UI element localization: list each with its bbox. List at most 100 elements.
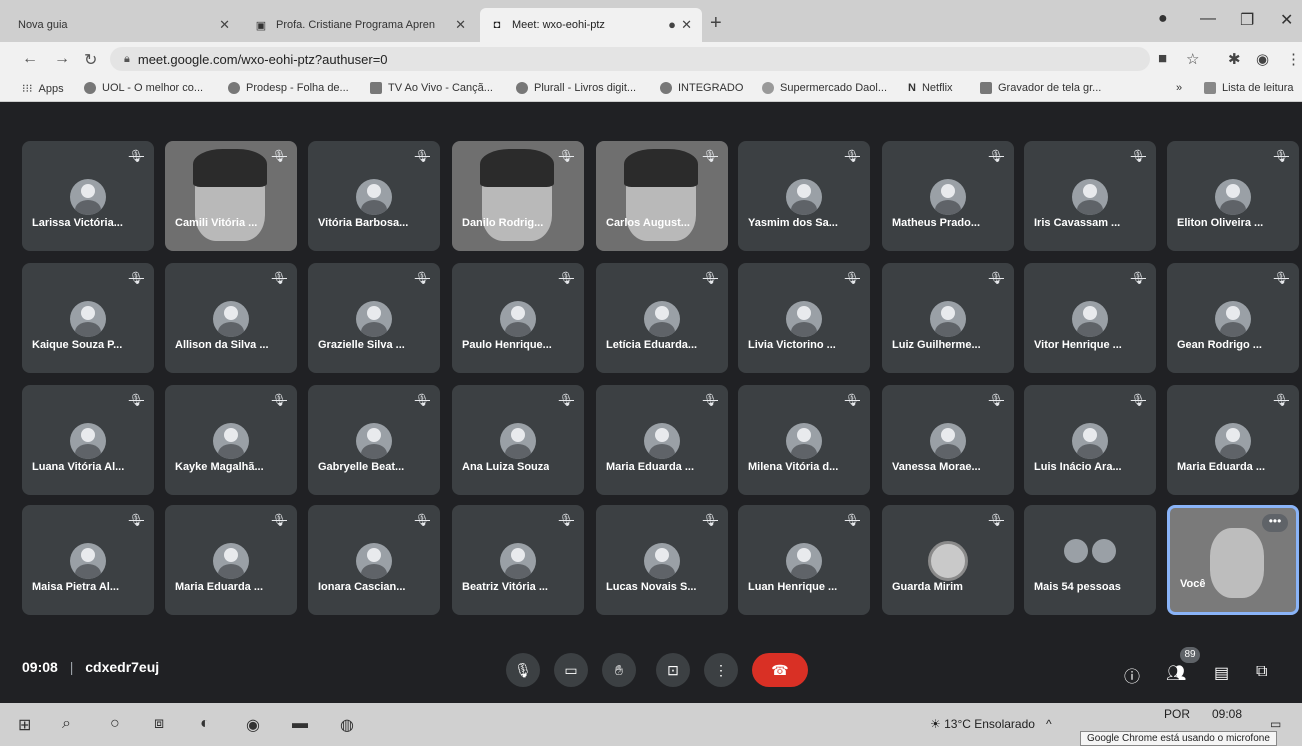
participant-tile[interactable]: 🎙︎ Allison da Silva ... [165,263,297,373]
participant-tile[interactable]: 🎙︎ Livia Victorino ... [738,263,870,373]
app-icon[interactable]: ◍ [340,715,354,735]
tray-overflow-icon[interactable]: ^ [1046,717,1052,731]
participant-tile[interactable]: 🎙︎ Kaique Souza P... [22,263,154,373]
bookmark-prodesp[interactable]: Prodesp - Folha de... [228,82,349,94]
raise-hand-button[interactable]: ✋︎ [602,653,636,687]
participant-tile[interactable]: 🎙︎ Maria Eduarda ... [596,385,728,495]
camera-indicator-icon[interactable]: ■ [1158,50,1167,67]
present-button[interactable]: ⊡ [656,653,690,687]
participant-tile[interactable]: 🎙︎ Guarda Mirim [882,505,1014,615]
participant-tile[interactable]: 🎙︎ Maria Eduarda ... [1167,385,1299,495]
participant-tile[interactable]: 🎙︎ Vitor Henrique ... [1024,263,1156,373]
address-bar[interactable]: 🔒︎ meet.google.com/wxo-eohi-ptz?authuser… [110,47,1150,71]
participant-tile[interactable]: 🎙︎ Gabryelle Beat... [308,385,440,495]
participant-tile[interactable]: 🎙︎ Luiz Guilherme... [882,263,1014,373]
back-button[interactable]: ← [22,50,38,68]
bookmark-tv[interactable]: TV Ao Vivo - Cançã... [370,82,493,94]
windows-start-icon[interactable]: ⊞ [18,715,31,735]
participant-name: Lucas Novais S... [606,581,697,593]
participant-tile[interactable]: 🎙︎ Yasmim dos Sa... [738,141,870,251]
file-explorer-icon[interactable]: ▬ [292,715,308,733]
mic-button[interactable]: 🎙︎ [506,653,540,687]
close-icon[interactable]: ✕ [455,17,466,33]
bookmark-plurall[interactable]: Plurall - Livros digit... [516,82,636,94]
bookmark-gravador[interactable]: Gravador de tela gr... [980,82,1101,94]
maximize-button[interactable]: ❐ [1240,10,1254,30]
participant-tile[interactable]: 🎙︎ Iris Cavassam ... [1024,141,1156,251]
reload-button[interactable]: ↻ [84,50,97,70]
leave-call-button[interactable]: ☎︎ [752,653,808,687]
clock[interactable]: 09:08 [1212,707,1242,721]
avatar [500,423,536,459]
notifications-icon[interactable]: ▭ [1270,717,1281,731]
bookmark-supermercado[interactable]: Supermercado Daol... [762,82,887,94]
people-icon[interactable]: 👥︎ [1166,663,1186,683]
participant-tile[interactable]: 🎙︎ Vitória Barbosa... [308,141,440,251]
extensions-icon[interactable]: ✱ [1228,50,1241,68]
search-icon[interactable]: ⌕ [62,715,71,733]
mic-muted-icon: 🎙︎ [558,513,574,527]
more-bookmarks-icon[interactable]: » [1176,82,1182,94]
menu-icon[interactable]: ⋮ [1286,50,1301,68]
forward-button[interactable]: → [54,50,70,68]
participant-tile[interactable]: 🎙︎ Eliton Oliveira ... [1167,141,1299,251]
close-icon[interactable]: ✕ [681,17,692,33]
participant-tile[interactable]: 🎙︎ Gean Rodrigo ... [1167,263,1299,373]
participant-tile[interactable]: 🎙︎ Ionara Cascian... [308,505,440,615]
participant-name: Maria Eduarda ... [175,581,264,593]
participant-tile[interactable]: 🎙︎ Luis Inácio Ara... [1024,385,1156,495]
bookmark-netflix[interactable]: N Netflix [908,82,953,94]
present-icon: ⊡ [667,661,679,678]
participant-name: Gabryelle Beat... [318,461,405,473]
participant-tile[interactable]: 🎙︎ Camili Vitória ... [165,141,297,251]
window-close-button[interactable]: ✕ [1280,10,1293,30]
edge-icon[interactable]: ◐ [200,715,210,733]
participant-tile[interactable]: 🎙︎ Milena Vitória d... [738,385,870,495]
chat-icon[interactable]: ▤ [1214,663,1229,683]
prodesp-icon [228,82,240,94]
more-options-button[interactable]: ⋮ [704,653,738,687]
activities-icon[interactable]: ⧉ [1256,663,1267,681]
bookmark-apps[interactable]: ⁝⁝⁝ Apps [22,82,64,96]
participant-tile[interactable]: 🎙︎ Beatriz Vitória ... [452,505,584,615]
input-language[interactable]: POR [1164,707,1190,721]
task-view-icon[interactable]: ⧈ [154,715,164,733]
participant-tile[interactable]: 🎙︎ Grazielle Silva ... [308,263,440,373]
participant-tile[interactable]: 🎙︎ Vanessa Morae... [882,385,1014,495]
tab-meet[interactable]: ◘ Meet: wxo-eohi-ptz ● ✕ [480,8,702,42]
participant-tile[interactable]: 🎙︎ Maisa Pietra Al... [22,505,154,615]
participant-tile[interactable]: 🎙︎ Maria Eduarda ... [165,505,297,615]
tab-new-tab[interactable]: Nova guia ✕ [8,8,240,42]
participant-tile[interactable]: 🎙︎ Larissa Victória... [22,141,154,251]
star-icon[interactable]: ☆ [1186,50,1199,68]
avatar[interactable]: ◉ [1256,50,1269,68]
participant-tile[interactable]: 🎙︎ Lucas Novais S... [596,505,728,615]
meeting-code[interactable]: cdxedr7euj [85,659,159,675]
participant-tile[interactable]: 🎙︎ Luana Vitória Al... [22,385,154,495]
bookmark-integrado[interactable]: INTEGRADO [660,82,743,94]
new-tab-button[interactable]: + [710,12,722,35]
participant-tile[interactable]: Mais 54 pessoas [1024,505,1156,615]
chrome-icon[interactable]: ◉ [246,715,260,735]
tab-profa-cristiane[interactable]: ▣ Profa. Cristiane Programa Apren ✕ [244,8,476,42]
close-icon[interactable]: ✕ [219,17,230,33]
participant-tile[interactable]: 🎙︎ Ana Luiza Souza [452,385,584,495]
participant-tile[interactable]: 🎙︎ Danilo Rodrig... [452,141,584,251]
weather-widget[interactable]: ☀︎ 13°C Ensolarado [930,717,1035,731]
participant-tile[interactable]: 🎙︎ Luan Henrique ... [738,505,870,615]
cortana-icon[interactable]: ○ [110,715,120,733]
minimize-button[interactable]: — [1200,10,1216,28]
participant-tile[interactable]: 🎙︎ Letícia Eduarda... [596,263,728,373]
participant-tile[interactable]: 🎙︎ Paulo Henrique... [452,263,584,373]
participant-tile[interactable]: ••• Você [1167,505,1299,615]
profile-icon[interactable]: ● [1158,10,1168,28]
tile-more-options-icon[interactable]: ••• [1262,514,1288,532]
bookmark-uol[interactable]: UOL - O melhor co... [84,82,203,94]
bookmark-reading-list[interactable]: Lista de leitura [1204,82,1294,94]
participant-tile[interactable]: 🎙︎ Matheus Prado... [882,141,1014,251]
participant-name: Kaique Souza P... [32,339,123,351]
camera-button[interactable]: ▭ [554,653,588,687]
participant-tile[interactable]: 🎙︎ Kayke Magalhã... [165,385,297,495]
participant-tile[interactable]: 🎙︎ Carlos August... [596,141,728,251]
meeting-details-icon[interactable]: ⓘ [1124,663,1140,687]
